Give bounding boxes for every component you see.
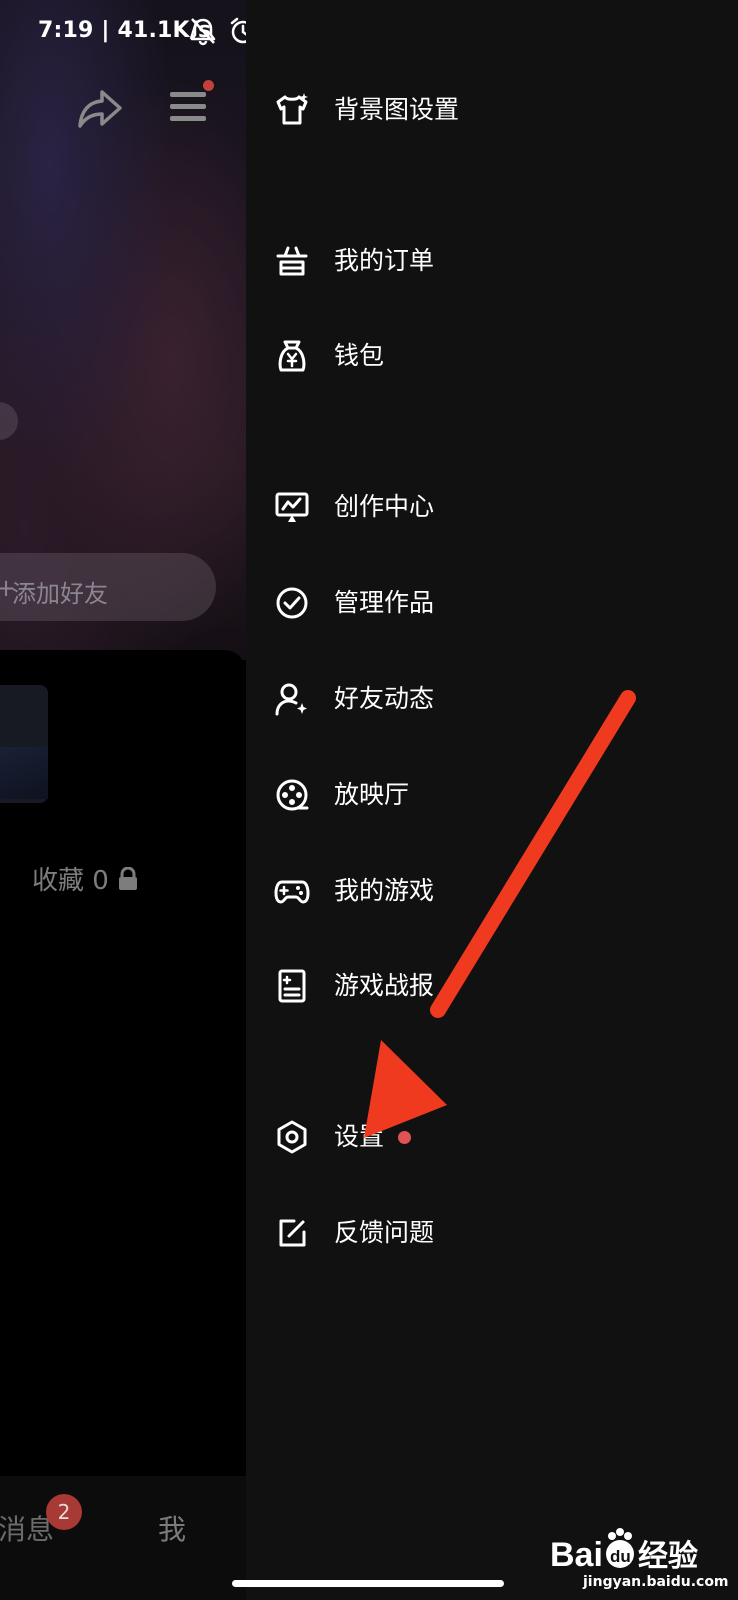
svg-text:du: du — [610, 1547, 631, 1566]
drawer-item-creator-center[interactable]: 创作中心 — [246, 471, 738, 543]
drawer-item-settings[interactable]: 设置 — [246, 1101, 738, 1173]
drawer-item-label: 好友动态 — [334, 684, 435, 713]
watermark-site: jingyan.baidu.com — [583, 1574, 729, 1590]
favorites-tab[interactable]: 收藏 0 — [32, 860, 139, 897]
lock-icon — [118, 866, 137, 890]
favorites-label: 收藏 0 — [32, 866, 109, 896]
add-friend-label: 添加好友 — [12, 580, 108, 608]
settings-hex-icon — [277, 1120, 307, 1154]
drawer-item-background-settings[interactable]: 背景图设置 — [246, 74, 738, 146]
drawer-item-label: 钱包 — [334, 341, 385, 370]
menu-notification-dot — [203, 80, 214, 91]
drawer-item-wallet[interactable]: 钱包 — [246, 320, 738, 392]
friend-sparkle-icon — [275, 683, 307, 716]
drawer-item-label: 游戏战报 — [334, 971, 435, 1000]
svg-text:Bai: Bai — [550, 1536, 603, 1574]
drawer-item-my-orders[interactable]: 我的订单 — [246, 225, 738, 297]
bell-muted-icon — [190, 18, 216, 46]
creator-monitor-icon — [275, 492, 309, 522]
tab-me[interactable]: 我 — [158, 1508, 186, 1548]
drawer-item-label: 管理作品 — [334, 588, 435, 617]
drawer-item-label: 反馈问题 — [334, 1218, 435, 1247]
side-drawer-menu: 背景图设置 我的订单 钱包 创作中心 管理作品 好友动态 放映厅 我的游戏 游戏… — [232, 0, 738, 1600]
status-time-speed: 7:19 | 41.1K/s — [38, 18, 212, 43]
drawer-item-screening-hall[interactable]: 放映厅 — [246, 759, 738, 831]
gamepad-icon — [274, 880, 310, 904]
drawer-item-my-games[interactable]: 我的游戏 — [246, 855, 738, 927]
drawer-item-friend-updates[interactable]: 好友动态 — [246, 663, 738, 735]
drawer-item-label: 放映厅 — [334, 780, 410, 809]
drawer-item-label: 设置 — [334, 1122, 385, 1151]
drawer-item-manage-works[interactable]: 管理作品 — [246, 567, 738, 639]
drawer-item-label: 我的订单 — [334, 246, 435, 275]
svg-text:经验: 经验 — [638, 1539, 698, 1574]
menu-icon[interactable] — [167, 86, 209, 128]
background-profile-page: + 添加好友 收藏 0 消息 2 我 — [0, 0, 246, 1600]
messages-badge: 2 — [46, 1494, 82, 1530]
report-doc-icon — [278, 969, 306, 1003]
film-reel-icon — [276, 779, 309, 811]
drawer-item-feedback[interactable]: 反馈问题 — [246, 1197, 738, 1269]
drawer-item-label: 背景图设置 — [334, 95, 460, 124]
order-basket-icon — [276, 246, 308, 276]
share-icon[interactable] — [76, 84, 124, 132]
home-indicator[interactable] — [232, 1580, 504, 1587]
work-thumbnail[interactable] — [0, 685, 48, 803]
wallet-yen-icon — [278, 340, 306, 372]
drawer-item-game-reports[interactable]: 游戏战报 — [246, 950, 738, 1022]
drawer-item-label: 创作中心 — [334, 492, 435, 521]
feedback-edit-icon — [279, 1219, 306, 1247]
drawer-item-label: 我的游戏 — [334, 876, 435, 905]
tshirt-icon — [276, 93, 308, 125]
check-circle-icon — [276, 587, 308, 619]
settings-notification-dot — [398, 1131, 411, 1144]
